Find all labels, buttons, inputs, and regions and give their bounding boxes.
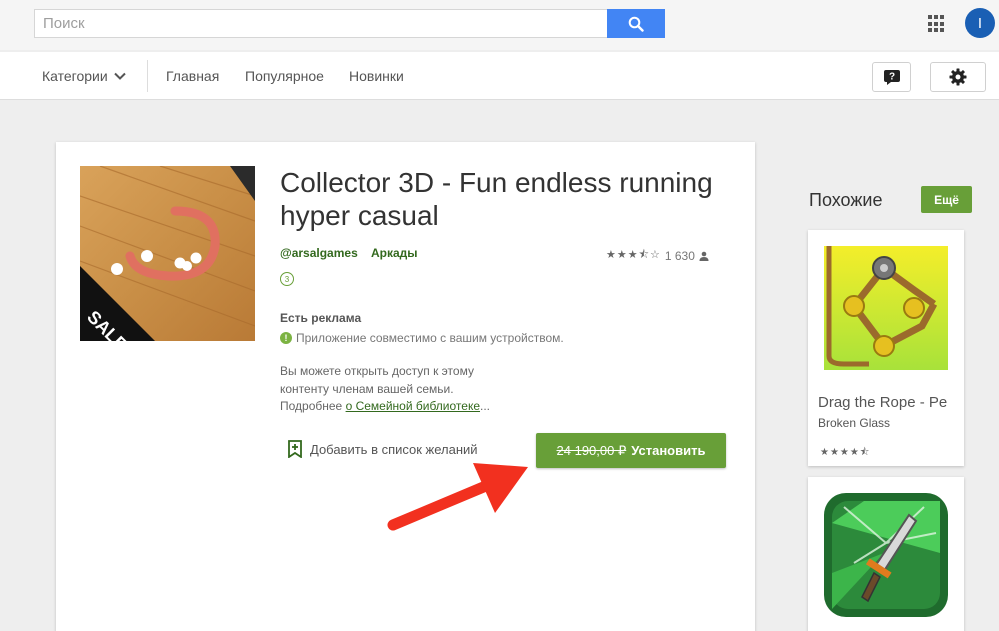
search-button[interactable] [607, 9, 665, 38]
similar-app-icon [824, 493, 948, 617]
similar-app-rating: ★★★★⯪ [820, 447, 871, 458]
install-button[interactable]: 24 190,00 ₽ Установить [536, 433, 726, 468]
app-title: Collector 3D - Fun endless running hyper… [280, 167, 713, 231]
app-icon-image: SALE [80, 166, 255, 341]
chevron-down-icon [113, 72, 126, 80]
categories-label: Категории [42, 68, 108, 84]
similar-app-card[interactable] [808, 477, 964, 631]
age-rating-badge[interactable]: 3 [280, 272, 294, 286]
rating: ★★★⯪☆ 1 630 [606, 246, 709, 265]
similar-app-icon [824, 246, 948, 370]
help-icon: ? [883, 70, 900, 85]
search-box[interactable] [34, 9, 608, 38]
compatibility-note: ! Приложение совместимо с вашим устройст… [280, 331, 564, 345]
search-input[interactable] [35, 10, 608, 37]
svg-text:?: ? [888, 72, 894, 83]
help-button[interactable]: ? [872, 62, 911, 92]
rating-count: 1 630 [664, 248, 695, 263]
install-label: Установить [631, 443, 706, 458]
developer-link[interactable]: @arsalgames [280, 246, 358, 260]
similar-app-developer: Broken Glass [818, 416, 891, 430]
rating-stars: ★★★⯪☆ [606, 249, 661, 261]
category-link[interactable]: Аркады [371, 246, 418, 260]
nav-new[interactable]: Новинки [349, 68, 404, 84]
similar-app-name: Drag the Rope - Pe [818, 394, 948, 411]
red-arrow-annotation [387, 463, 528, 531]
nav-divider [147, 60, 148, 92]
family-library-link[interactable]: о Семейной библиотеке [346, 399, 480, 413]
similar-app-card[interactable]: Drag the Rope - Pe Broken Glass ★★★★⯪ [808, 230, 964, 466]
family-library-text: Вы можете открыть доступ к этому контент… [280, 364, 491, 413]
person-icon [699, 251, 709, 261]
search-icon [628, 16, 644, 32]
compatibility-text: Приложение совместимо с вашим устройство… [296, 331, 564, 345]
old-price: 24 190,00 ₽ [556, 442, 627, 458]
gear-icon [949, 68, 967, 86]
similar-heading: Похожие [809, 190, 883, 210]
contains-ads-label: Есть реклама [280, 311, 362, 325]
nav-bar: Категории Главная Популярное Новинки ? [0, 52, 999, 100]
bookmark-add-icon [288, 440, 302, 458]
info-icon: ! [280, 332, 292, 344]
more-similar-button[interactable]: Ещё [921, 186, 972, 213]
app-details-card: SALE Collector 3D - Fun endless running … [56, 142, 755, 631]
avatar[interactable]: I [965, 8, 995, 38]
apps-grid-icon[interactable] [928, 15, 946, 33]
nav-home[interactable]: Главная [166, 68, 219, 84]
nav-popular[interactable]: Популярное [245, 68, 324, 84]
categories-dropdown[interactable]: Категории [42, 68, 126, 84]
top-bar: I [0, 0, 999, 50]
settings-button[interactable] [930, 62, 986, 92]
